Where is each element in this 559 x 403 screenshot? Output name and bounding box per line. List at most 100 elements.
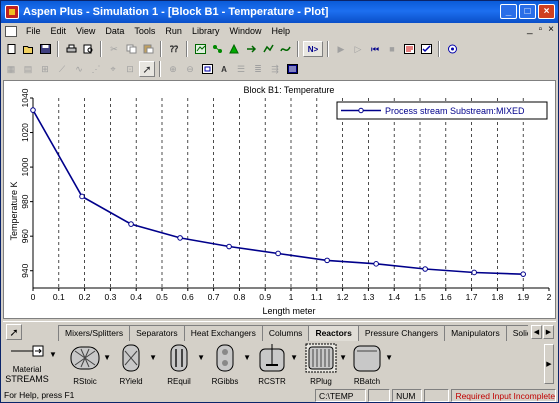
data-point[interactable] — [373, 261, 379, 267]
menu-file[interactable]: File — [21, 26, 46, 36]
grid-icon[interactable]: ▦ — [3, 61, 19, 77]
maximize-button[interactable]: □ — [519, 4, 536, 19]
plot-legend-icon[interactable]: ≣ — [250, 61, 266, 77]
plot-line-icon[interactable]: ⟋ — [54, 61, 70, 77]
streams-dropdown-icon[interactable]: ▼ — [49, 350, 57, 359]
plot-title: Block B1: Temperature — [244, 85, 335, 95]
model-library-icon[interactable] — [444, 41, 460, 57]
run-stop-icon[interactable]: ⏮ — [367, 41, 383, 57]
data-point[interactable] — [275, 250, 281, 257]
text-tool-icon[interactable]: A — [216, 61, 232, 77]
menu-tools[interactable]: Tools — [129, 26, 160, 36]
tab-manipulators[interactable]: Manipulators — [444, 325, 507, 341]
new-icon[interactable] — [3, 41, 19, 57]
tab-mixers-splitters[interactable]: Mixers/Splitters — [58, 325, 131, 341]
data-point[interactable] — [422, 266, 428, 272]
menu-edit[interactable]: Edit — [46, 26, 72, 36]
properties-icon[interactable] — [226, 41, 242, 57]
tab-scroll-left-icon[interactable]: ◀ — [531, 325, 542, 339]
block-requil[interactable]: REquil ▼ — [153, 343, 205, 386]
close-button[interactable]: × — [538, 4, 555, 19]
menu-data[interactable]: Data — [100, 26, 129, 36]
data-point[interactable] — [471, 269, 477, 276]
zoom-in-icon[interactable]: ⊕ — [165, 61, 181, 77]
data-point[interactable] — [226, 243, 232, 250]
cut-icon[interactable]: ✂ — [106, 41, 122, 57]
status-bar: For Help, press F1 C:\TEMP NUM Required … — [1, 388, 558, 402]
x-axis-ticks: 0 0.1 0.2 0.3 0.4 0.5 0.6 0.7 0.8 0.9 1 1.1 1.2 1.3 1.… — [31, 288, 552, 302]
select-pointer-icon[interactable]: ➚ — [139, 61, 155, 77]
document-icon[interactable] — [5, 25, 17, 37]
window-title: Aspen Plus - Simulation 1 - [Block B1 - … — [23, 6, 329, 18]
paste-icon[interactable] — [140, 41, 156, 57]
library-scroll-right-icon[interactable]: ▶ — [544, 344, 554, 384]
save-icon[interactable] — [37, 41, 53, 57]
plot-settings-icon[interactable]: ☰ — [233, 61, 249, 77]
plot-legend[interactable]: Process stream Substream:MIXED — [336, 101, 548, 120]
zoom-full-icon[interactable] — [199, 61, 215, 77]
tab-separators[interactable]: Separators — [129, 325, 185, 341]
mdi-close-button[interactable]: × — [548, 24, 554, 35]
data-point[interactable] — [324, 257, 330, 264]
data-point[interactable] — [79, 193, 85, 200]
menu-view[interactable]: View — [71, 26, 100, 36]
components-icon[interactable] — [209, 41, 225, 57]
plot-scale-icon[interactable]: ⌖ — [105, 61, 121, 77]
control-panel-icon[interactable] — [401, 41, 417, 57]
plot-grid-icon[interactable]: ▤ — [20, 61, 36, 77]
data-point[interactable] — [520, 271, 527, 277]
block-rgibbs[interactable]: RGibbs ▼ — [199, 343, 251, 386]
run-reinit-icon[interactable]: ■ — [384, 41, 400, 57]
menu-window[interactable]: Window — [224, 26, 266, 36]
whats-this-help-icon[interactable]: ⁇ — [166, 41, 182, 57]
minimize-button[interactable]: _ — [500, 4, 517, 19]
data-point[interactable] — [177, 235, 183, 241]
open-icon[interactable] — [20, 41, 36, 57]
block-dropdown-icon[interactable]: ▼ — [385, 353, 393, 362]
plot-export-icon[interactable]: ⇶ — [267, 61, 283, 77]
run-start-icon[interactable]: ▶ — [333, 41, 349, 57]
material-streams-selector[interactable]: Material STREAMS — [5, 344, 49, 384]
plot-curve-icon[interactable]: ∿ — [71, 61, 87, 77]
title-bar[interactable]: Aspen Plus - Simulation 1 - [Block B1 - … — [1, 1, 558, 23]
next-button[interactable]: N> — [303, 41, 323, 57]
tab-heat-exchangers[interactable]: Heat Exchangers — [183, 325, 263, 341]
menu-library[interactable]: Library — [187, 26, 225, 36]
menu-run[interactable]: Run — [160, 26, 187, 36]
block-rplug[interactable]: RPlug ▼ — [295, 343, 347, 386]
plot-color-icon[interactable] — [284, 61, 300, 77]
tab-columns[interactable]: Columns — [261, 325, 310, 341]
setup-icon[interactable] — [192, 41, 208, 57]
plot-data-icon[interactable]: ⊡ — [122, 61, 138, 77]
tab-reactors[interactable]: Reactors — [308, 325, 359, 341]
mdi-restore-button[interactable]: ▫ — [539, 24, 543, 35]
print-icon[interactable] — [63, 41, 79, 57]
blocks-icon[interactable] — [260, 41, 276, 57]
block-rbatch[interactable]: RBatch ▼ — [341, 343, 393, 386]
block-rstoic[interactable]: RStoic ▼ — [59, 343, 111, 386]
tab-pressure-changers[interactable]: Pressure Changers — [357, 325, 446, 341]
mdi-minimize-button[interactable]: _ — [527, 24, 533, 35]
menu-help[interactable]: Help — [266, 26, 295, 36]
data-point[interactable] — [30, 107, 36, 113]
copy-icon[interactable] — [123, 41, 139, 57]
library-select-pointer-icon[interactable]: ➚ — [6, 324, 22, 340]
streams-icon[interactable] — [243, 41, 259, 57]
check-results-icon[interactable] — [418, 41, 434, 57]
tab-solids[interactable]: Solids — [505, 325, 528, 341]
model-analysis-icon[interactable] — [277, 41, 293, 57]
zoom-out-icon[interactable]: ⊖ — [182, 61, 198, 77]
run-step-icon[interactable]: ▷ — [350, 41, 366, 57]
data-point[interactable] — [128, 221, 134, 227]
library-tabs: Mixers/Splitters Separators Heat Exchang… — [58, 325, 528, 341]
print-preview-icon[interactable] — [80, 41, 96, 57]
temperature-plot[interactable]: 0 0.1 0.2 0.3 0.4 0.5 0.6 0.7 0.8 0.9 1 1.1 1.2 1.3 1.… — [3, 80, 556, 319]
block-rcstr[interactable]: RCSTR ▼ — [246, 343, 298, 386]
legend-marker-swatch — [358, 107, 364, 114]
rcstr-icon — [259, 344, 285, 372]
aspen-app-icon[interactable] — [5, 5, 19, 19]
plot-marker-icon[interactable]: ⋰ — [88, 61, 104, 77]
block-ryield[interactable]: RYield ▼ — [105, 343, 157, 386]
plot-axis-icon[interactable]: ⊞ — [37, 61, 53, 77]
tab-scroll-right-icon[interactable]: ▶ — [543, 325, 554, 339]
